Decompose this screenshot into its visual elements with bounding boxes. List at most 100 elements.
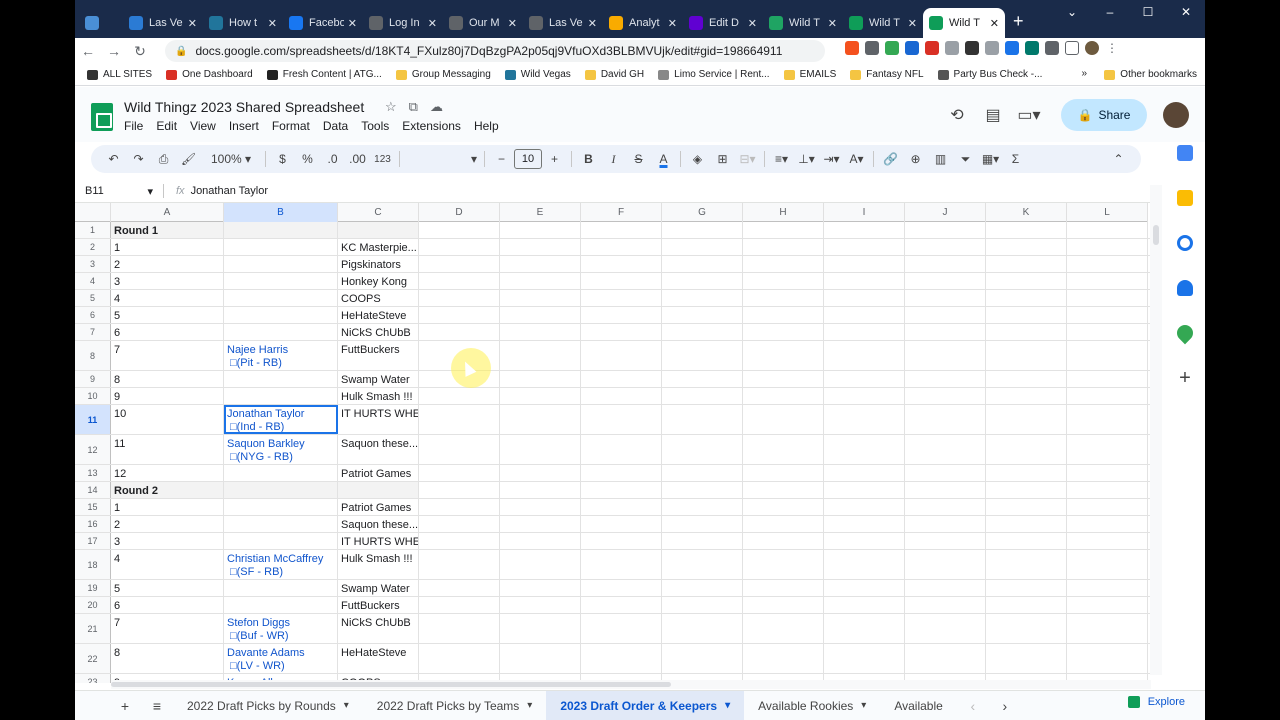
cell-empty[interactable] (581, 371, 662, 387)
row-header[interactable]: 14 (75, 482, 111, 498)
close-tab-icon[interactable]: ✕ (588, 17, 597, 30)
cell-empty[interactable] (1067, 290, 1148, 306)
cell-empty[interactable] (1067, 405, 1148, 434)
share-button[interactable]: 🔒 Share (1061, 99, 1147, 131)
spreadsheet-grid[interactable]: ABCDEFGHIJKL 1 Round 1 2 1 KC Masterpie... 3 2… (75, 203, 1150, 683)
row-header[interactable]: 3 (75, 256, 111, 272)
cell-empty[interactable] (581, 256, 662, 272)
cell-empty[interactable] (824, 644, 905, 673)
filter-views-icon[interactable]: ▦▾ (978, 145, 1003, 173)
profile-avatar[interactable] (1085, 41, 1099, 55)
cell-b[interactable] (224, 580, 338, 596)
cell-empty[interactable] (743, 324, 824, 340)
row-header[interactable]: 21 (75, 614, 111, 643)
cell-empty[interactable] (662, 499, 743, 515)
row-header[interactable]: 13 (75, 465, 111, 481)
tab-search-icon[interactable]: ⌄ (1053, 0, 1091, 24)
menu-item-help[interactable]: Help (474, 119, 499, 133)
cell-empty[interactable] (986, 644, 1067, 673)
cell-empty[interactable] (743, 597, 824, 613)
cell-empty[interactable] (419, 273, 500, 289)
cell-c[interactable] (338, 222, 419, 238)
chevron-down-icon[interactable]: ▾ (344, 700, 349, 711)
print-icon[interactable]: ⎙ (151, 145, 176, 173)
row-header[interactable]: 8 (75, 341, 111, 370)
comments-icon[interactable]: ▤ (975, 105, 1011, 125)
cell-empty[interactable] (662, 597, 743, 613)
cell-empty[interactable] (905, 371, 986, 387)
cell-empty[interactable] (662, 465, 743, 481)
cell-a[interactable]: 9 (111, 388, 224, 404)
cell-empty[interactable] (824, 597, 905, 613)
cell-empty[interactable] (905, 614, 986, 643)
sheet-tab[interactable]: 2022 Draft Picks by Rounds ▾ (173, 691, 363, 720)
column-header-d[interactable]: D (419, 203, 500, 222)
row-header[interactable]: 7 (75, 324, 111, 340)
cell-empty[interactable] (581, 388, 662, 404)
menu-item-tools[interactable]: Tools (361, 119, 389, 133)
cell-b[interactable] (224, 533, 338, 549)
cell-empty[interactable] (1067, 550, 1148, 579)
cell-c[interactable]: Honkey Kong (338, 273, 419, 289)
cell-empty[interactable] (581, 290, 662, 306)
cell-a[interactable]: 12 (111, 465, 224, 481)
cell-empty[interactable] (1067, 371, 1148, 387)
cell-empty[interactable] (500, 307, 581, 323)
cell-b[interactable] (224, 516, 338, 532)
cell-empty[interactable] (824, 516, 905, 532)
browser-tab[interactable]: Log In ✕ (363, 8, 443, 38)
close-tab-icon[interactable]: ✕ (908, 17, 917, 30)
undo-icon[interactable]: ↶ (101, 145, 126, 173)
cell-empty[interactable] (824, 580, 905, 596)
row-header[interactable]: 15 (75, 499, 111, 515)
cell-empty[interactable] (500, 405, 581, 434)
cell-a[interactable]: 2 (111, 256, 224, 272)
move-folder-icon[interactable]: ⧉ (409, 99, 418, 115)
column-header-g[interactable]: G (662, 203, 743, 222)
cell-empty[interactable] (824, 482, 905, 498)
cell-empty[interactable] (743, 307, 824, 323)
row-header[interactable]: 5 (75, 290, 111, 306)
cell-empty[interactable] (662, 222, 743, 238)
browser-tab[interactable]: Las Ve ✕ (523, 8, 603, 38)
insert-comment-icon[interactable]: ⊕ (903, 145, 928, 173)
menu-item-file[interactable]: File (124, 119, 143, 133)
cell-b[interactable] (224, 499, 338, 515)
cell-a[interactable]: 4 (111, 290, 224, 306)
cell-c[interactable]: NiCkS ChUbB (338, 614, 419, 643)
cell-c[interactable]: IT HURTS WHE... (338, 533, 419, 549)
cell-empty[interactable] (662, 341, 743, 370)
bookmark-item[interactable]: Group Messaging (395, 69, 491, 80)
cell-empty[interactable] (905, 482, 986, 498)
fill-color-icon[interactable]: ◈ (685, 145, 710, 173)
text-color-button[interactable]: A (651, 145, 676, 173)
bookmark-item[interactable]: ALL SITES (87, 69, 152, 80)
formula-input[interactable]: Jonathan Taylor (191, 185, 268, 197)
bookmark-item[interactable]: Limo Service | Rent... (658, 69, 770, 80)
cell-empty[interactable] (905, 533, 986, 549)
filter-icon[interactable]: ⏷ (953, 145, 978, 173)
font-size-increase-icon[interactable]: + (542, 145, 567, 173)
cell-empty[interactable] (986, 239, 1067, 255)
insert-chart-icon[interactable]: ▥ (928, 145, 953, 173)
browser-tab[interactable]: Wild T ✕ (923, 8, 1005, 38)
cell-c[interactable]: IT HURTS WHE... (338, 405, 419, 434)
browser-tab[interactable]: Las Ve ✕ (123, 8, 203, 38)
cell-empty[interactable] (581, 405, 662, 434)
cell-empty[interactable] (905, 580, 986, 596)
browser-tab[interactable]: Analyt ✕ (603, 8, 683, 38)
cell-empty[interactable] (500, 580, 581, 596)
cell-empty[interactable] (581, 499, 662, 515)
functions-button[interactable]: Σ (1003, 145, 1028, 173)
cell-a[interactable]: 10 (111, 405, 224, 434)
cell-empty[interactable] (1067, 533, 1148, 549)
cell-b[interactable]: Stefon Diggs □(Buf - WR) (224, 614, 338, 643)
cell-c[interactable]: Swamp Water (338, 371, 419, 387)
forward-icon[interactable]: → (101, 43, 127, 59)
extension-icon[interactable] (865, 41, 879, 55)
cell-b[interactable] (224, 273, 338, 289)
cell-empty[interactable] (1067, 499, 1148, 515)
cell-empty[interactable] (419, 307, 500, 323)
cell-empty[interactable] (581, 597, 662, 613)
cell-c[interactable]: FuttBuckers (338, 341, 419, 370)
